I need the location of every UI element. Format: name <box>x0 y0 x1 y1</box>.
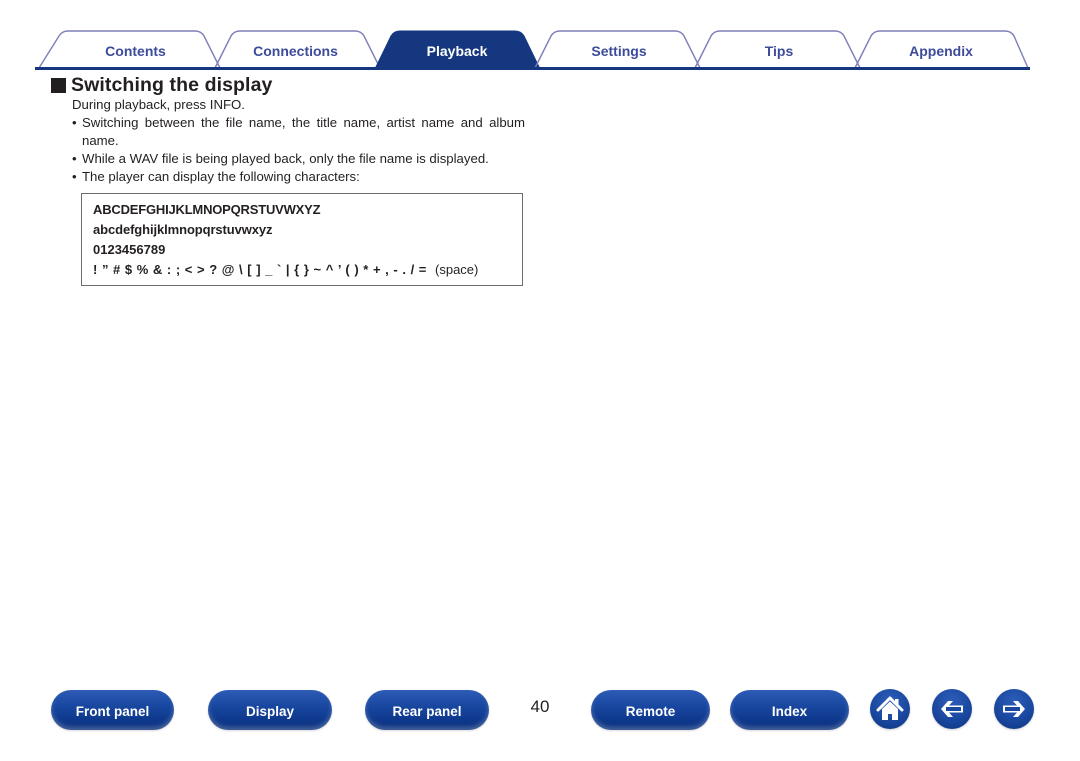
back-button[interactable] <box>932 689 972 729</box>
bullet-text: Switching between the file name, the tit… <box>82 115 525 148</box>
bullet-text: While a WAV file is being played back, o… <box>82 151 489 166</box>
tab-bar-rule <box>35 67 1030 70</box>
page-number: 40 <box>530 697 550 716</box>
front-panel-button[interactable]: Front panel <box>51 690 174 730</box>
index-button-label: Index <box>771 704 808 719</box>
index-button[interactable]: Index <box>730 690 849 730</box>
arrow-right-icon <box>1003 701 1025 717</box>
tab-appendix[interactable]: Appendix <box>867 41 1015 61</box>
bullet-text: The player can display the following cha… <box>82 169 360 184</box>
bullet-item: • While a WAV file is being played back, … <box>72 150 525 168</box>
heading-square-bullet-icon <box>51 78 66 93</box>
forward-button[interactable] <box>994 689 1034 729</box>
bullet-list: • Switching between the file name, the ti… <box>72 114 525 186</box>
bullet-item: • The player can display the following ch… <box>72 168 525 186</box>
bullet-dot-icon: • <box>72 115 77 130</box>
supported-characters-box: ABCDEFGHIJKLMNOPQRSTUVWXYZ abcdefghijklm… <box>81 193 523 286</box>
home-button[interactable] <box>870 689 910 729</box>
arrow-left-icon <box>941 701 963 717</box>
rear-panel-button[interactable]: Rear panel <box>365 690 489 730</box>
space-note: (space) <box>435 262 479 277</box>
rear-panel-button-label: Rear panel <box>392 704 462 719</box>
symbol-characters: ! ” # $ % & : ; < > ? @ \ [ ] _ ` | { } … <box>93 262 427 277</box>
tab-settings[interactable]: Settings <box>545 41 693 61</box>
remote-button-label: Remote <box>625 704 676 719</box>
bullet-dot-icon: • <box>72 169 77 184</box>
remote-button[interactable]: Remote <box>591 690 710 730</box>
digit-characters: 0123456789 <box>93 242 166 257</box>
symbol-characters-row: ! ” # $ % & : ; < > ? @ \ [ ] _ ` | { } … <box>93 262 478 278</box>
uppercase-characters: ABCDEFGHIJKLMNOPQRSTUVWXYZ <box>93 202 321 217</box>
home-icon <box>876 696 904 720</box>
intro-text: During playback, press INFO. <box>72 97 245 112</box>
tab-connections[interactable]: Connections <box>223 41 368 61</box>
display-button-label: Display <box>245 704 295 719</box>
lowercase-characters: abcdefghijklmnopqrstuvwxyz <box>93 222 273 237</box>
bullet-dot-icon: • <box>72 151 77 166</box>
tab-playback[interactable]: Playback <box>383 41 531 61</box>
section-heading: Switching the display <box>51 73 272 97</box>
section-title: Switching the display <box>71 73 273 96</box>
display-button[interactable]: Display <box>208 690 332 730</box>
tab-contents[interactable]: Contents <box>63 41 208 61</box>
tab-tips[interactable]: Tips <box>705 41 853 61</box>
chapter-tab-bar: Contents Connections Playback Settings T… <box>35 30 1030 70</box>
bullet-item: • Switching between the file name, the ti… <box>72 114 525 150</box>
front-panel-button-label: Front panel <box>75 704 150 719</box>
